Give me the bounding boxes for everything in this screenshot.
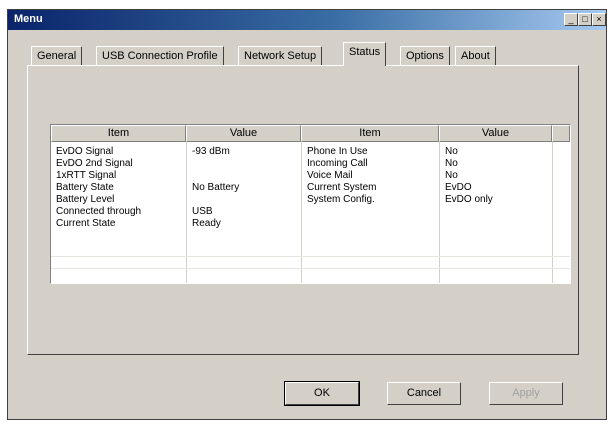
column-header-item[interactable]: Item: [51, 125, 186, 142]
item-cell: Current System: [307, 182, 377, 193]
value-cell: No: [445, 170, 458, 181]
item-cell: Current State: [56, 218, 116, 229]
tab-network-setup[interactable]: Network Setup: [238, 46, 323, 65]
column-header-item[interactable]: Item: [301, 125, 439, 142]
value-cell: Ready: [192, 218, 221, 229]
item-cell: Incoming Call: [307, 158, 368, 169]
column-divider: [186, 142, 187, 283]
value-cell: No Battery: [192, 182, 240, 193]
value-cell: EvDO: [445, 182, 472, 193]
tab-status[interactable]: Status: [343, 42, 387, 66]
status-table[interactable]: Item Value Item Value EvDO Signal -93 dB…: [50, 124, 571, 284]
value-cell: USB: [192, 206, 213, 217]
item-cell: Battery State: [56, 182, 114, 193]
cancel-button[interactable]: Cancel: [387, 382, 461, 405]
value-cell: -93 dBm: [192, 146, 230, 157]
item-cell: Voice Mail: [307, 170, 353, 181]
column-header-spacer: [552, 125, 570, 142]
value-cell: No: [445, 158, 458, 169]
item-cell: System Config.: [307, 194, 375, 205]
close-button[interactable]: ×: [592, 13, 606, 26]
tab-usb-connection-profile[interactable]: USB Connection Profile: [96, 46, 224, 65]
value-cell: No: [445, 146, 458, 157]
item-cell: Battery Level: [56, 194, 115, 205]
maximize-button[interactable]: □: [578, 13, 592, 26]
column-divider: [301, 142, 302, 283]
tab-about[interactable]: About: [455, 46, 496, 65]
item-cell: EvDO 2nd Signal: [56, 158, 133, 169]
row-divider: [51, 256, 570, 257]
tab-options[interactable]: Options: [400, 46, 450, 65]
item-cell: EvDO Signal: [56, 146, 114, 157]
column-header-value[interactable]: Value: [439, 125, 552, 142]
column-divider: [439, 142, 440, 283]
item-cell: 1xRTT Signal: [56, 170, 117, 181]
item-cell: Phone In Use: [307, 146, 368, 157]
apply-button[interactable]: Apply: [489, 382, 563, 405]
title-bar[interactable]: Menu _ □ ×: [8, 10, 606, 30]
value-cell: EvDO only: [445, 194, 493, 205]
window-title: Menu: [14, 13, 43, 25]
column-header-value[interactable]: Value: [186, 125, 301, 142]
tab-general[interactable]: General: [31, 46, 83, 65]
row-divider: [51, 268, 570, 269]
minimize-button[interactable]: _: [564, 13, 578, 26]
item-cell: Connected through: [56, 206, 142, 217]
column-divider: [552, 142, 553, 283]
ok-button[interactable]: OK: [284, 381, 360, 406]
